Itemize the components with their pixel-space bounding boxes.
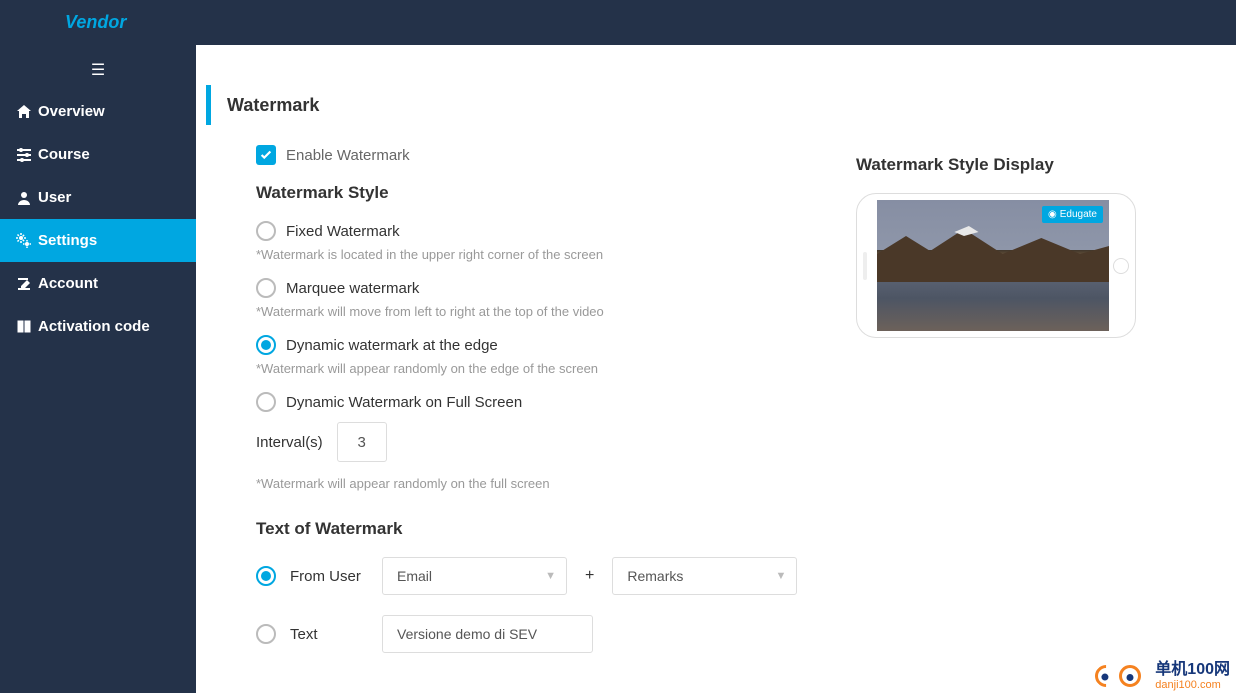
sidebar-item-user[interactable]: User bbox=[0, 176, 196, 219]
enable-watermark-checkbox[interactable] bbox=[256, 145, 276, 165]
sidebar-item-course[interactable]: Course bbox=[0, 133, 196, 176]
mountain-icon bbox=[877, 226, 1109, 287]
text-label: Text bbox=[290, 626, 368, 643]
plus-separator: + bbox=[581, 567, 598, 585]
select-value: Email bbox=[397, 568, 432, 584]
sliders-icon bbox=[16, 147, 32, 163]
chevron-down-icon: ▼ bbox=[545, 570, 556, 582]
check-icon bbox=[259, 148, 273, 162]
dynamic-edge-hint: *Watermark will appear randomly on the e… bbox=[256, 361, 806, 376]
select-value: Remarks bbox=[627, 568, 683, 584]
home-icon bbox=[16, 104, 32, 120]
sidebar-item-label: Activation code bbox=[38, 318, 150, 335]
panel-title: Watermark bbox=[227, 95, 319, 116]
phone-speaker bbox=[863, 252, 867, 280]
panel-header: Watermark bbox=[206, 85, 1226, 125]
text-watermark-title: Text of Watermark bbox=[256, 519, 806, 539]
brand-logo: Vendor bbox=[65, 12, 126, 33]
marquee-watermark-radio[interactable] bbox=[256, 278, 276, 298]
book-icon bbox=[16, 319, 32, 335]
site-watermark-cn: 单机100网 bbox=[1155, 662, 1230, 678]
dynamic-edge-label: Dynamic watermark at the edge bbox=[286, 337, 498, 354]
phone-home-button bbox=[1113, 258, 1129, 274]
from-user-field1-select[interactable]: Email ▼ bbox=[382, 557, 567, 595]
sidebar-item-account[interactable]: Account bbox=[0, 262, 196, 305]
watermark-style-title: Watermark Style bbox=[256, 183, 806, 203]
fixed-watermark-hint: *Watermark is located in the upper right… bbox=[256, 247, 806, 262]
sidebar-item-activation[interactable]: Activation code bbox=[0, 305, 196, 348]
site-watermark-en: danji100.com bbox=[1155, 678, 1230, 692]
from-user-label: From User bbox=[290, 568, 368, 585]
sidebar-item-label: Settings bbox=[38, 232, 97, 249]
user-icon bbox=[16, 190, 32, 206]
from-user-field2-select[interactable]: Remarks ▼ bbox=[612, 557, 797, 595]
gears-icon bbox=[16, 233, 32, 249]
dynamic-full-hint: *Watermark will appear randomly on the f… bbox=[256, 476, 806, 491]
dynamic-edge-radio[interactable] bbox=[256, 335, 276, 355]
menu-toggle-button[interactable]: ☰ bbox=[0, 45, 196, 90]
marquee-watermark-label: Marquee watermark bbox=[286, 280, 419, 297]
sidebar-item-label: Account bbox=[38, 275, 98, 292]
sidebar-item-label: Overview bbox=[38, 103, 105, 120]
globe-icon: ◉ bbox=[1048, 209, 1057, 220]
chevron-down-icon: ▼ bbox=[775, 570, 786, 582]
phone-preview: ◉ Edugate bbox=[856, 193, 1136, 338]
dynamic-full-radio[interactable] bbox=[256, 392, 276, 412]
from-user-radio[interactable] bbox=[256, 566, 276, 586]
sidebar-item-settings[interactable]: Settings bbox=[0, 219, 196, 262]
hamburger-icon: ☰ bbox=[91, 62, 105, 79]
enable-watermark-label: Enable Watermark bbox=[286, 147, 410, 164]
interval-input[interactable] bbox=[337, 422, 387, 462]
dynamic-full-label: Dynamic Watermark on Full Screen bbox=[286, 394, 522, 411]
watermark-text-input[interactable] bbox=[382, 615, 593, 653]
text-radio[interactable] bbox=[256, 624, 276, 644]
fixed-watermark-radio[interactable] bbox=[256, 221, 276, 241]
marquee-watermark-hint: *Watermark will move from left to right … bbox=[256, 304, 806, 319]
watermark-badge: ◉ Edugate bbox=[1042, 206, 1103, 223]
sidebar-item-label: User bbox=[38, 189, 71, 206]
sidebar-item-overview[interactable]: Overview bbox=[0, 90, 196, 133]
interval-label: Interval(s) bbox=[256, 434, 323, 451]
sidebar-item-label: Course bbox=[38, 146, 90, 163]
watermark-badge-text: Edugate bbox=[1060, 209, 1097, 220]
edit-icon bbox=[16, 276, 32, 292]
watermark-display-title: Watermark Style Display bbox=[856, 155, 1176, 175]
fixed-watermark-label: Fixed Watermark bbox=[286, 223, 400, 240]
site-watermark: 单机100网 danji100.com bbox=[1095, 661, 1230, 693]
phone-screen: ◉ Edugate bbox=[877, 200, 1109, 331]
goggles-icon bbox=[1095, 661, 1149, 693]
